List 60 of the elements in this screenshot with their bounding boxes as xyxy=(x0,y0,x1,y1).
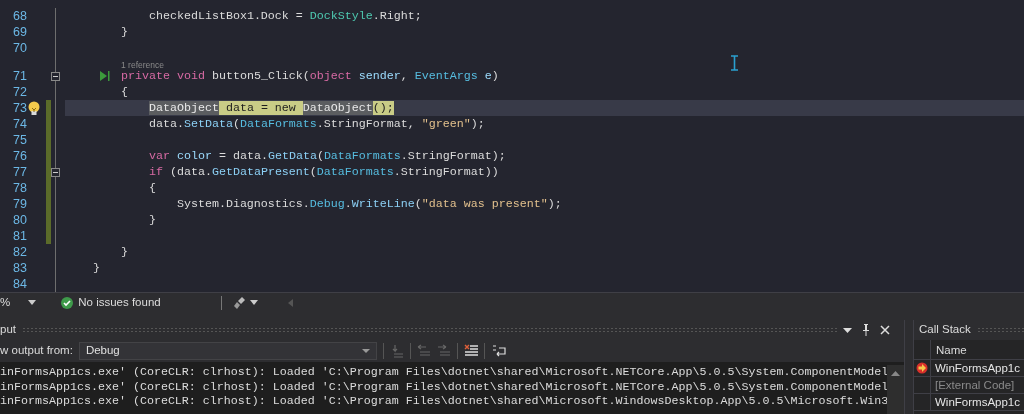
line-number: 78 xyxy=(12,180,27,196)
scroll-up-icon[interactable] xyxy=(891,371,900,376)
text-cursor-icon xyxy=(730,55,739,71)
code-line: } xyxy=(148,212,156,228)
line-number: 71 xyxy=(12,68,27,84)
code-line: { xyxy=(120,84,128,100)
code-line: } xyxy=(120,244,128,260)
code-line: { xyxy=(148,180,156,196)
code-line: if (data.GetDataPresent(DataFormats.StringFormat)) xyxy=(148,164,499,180)
code-line: DataObject data = new DataObject(); xyxy=(148,100,394,116)
pin-icon[interactable] xyxy=(862,324,870,336)
zoom-level: % xyxy=(0,294,11,310)
line-number: 80 xyxy=(12,212,27,228)
frame-name[interactable]: [External Code] xyxy=(931,377,1015,393)
caret-icon[interactable] xyxy=(28,300,37,305)
source-label: w output from: xyxy=(0,343,73,359)
code-line: } xyxy=(120,24,128,40)
column-header[interactable]: Name xyxy=(931,340,967,359)
line-number: 69 xyxy=(12,24,27,40)
clear-all-icon[interactable] xyxy=(463,344,478,358)
lightbulb-icon[interactable] xyxy=(27,100,41,116)
line-number: 77 xyxy=(12,164,27,180)
line-number: 84 xyxy=(12,276,27,292)
source-dropdown[interactable]: Debug xyxy=(78,342,377,360)
panel-title: put xyxy=(0,322,16,338)
line-number: 74 xyxy=(12,116,27,132)
brush-icon[interactable] xyxy=(233,296,245,309)
check-icon xyxy=(61,296,74,309)
code-line: System.Diagnostics.Debug.WriteLine("data was present"); xyxy=(176,196,562,212)
frame-name[interactable]: WinFormsApp1c xyxy=(931,394,1020,410)
caret-icon[interactable] xyxy=(249,300,258,305)
code-line: data.SetData(DataFormats.StringFormat, "green"); xyxy=(148,116,485,132)
line-number: 68 xyxy=(12,8,27,24)
code-line: private void button5_Click(object sender, EventArgs e) xyxy=(120,68,499,84)
panel-title: Call Stack xyxy=(918,322,971,338)
caret-icon xyxy=(361,349,370,353)
collapse-icon[interactable] xyxy=(51,167,60,177)
issues-status[interactable]: No issues found xyxy=(78,293,161,312)
code-line: } xyxy=(93,260,100,276)
code-line: var color = data.GetData(DataFormats.StringFormat); xyxy=(148,148,506,164)
line-number: 79 xyxy=(12,196,27,212)
line-number: 76 xyxy=(12,148,27,164)
line-number: 82 xyxy=(12,244,27,260)
caret-icon[interactable] xyxy=(843,327,852,333)
line-number: 75 xyxy=(12,132,27,148)
frame-name[interactable]: WinFormsApp1c xyxy=(931,360,1020,376)
word-wrap-icon[interactable] xyxy=(490,344,507,358)
line-number: 83 xyxy=(12,260,27,276)
run-icon[interactable] xyxy=(100,71,110,81)
line-number: 81 xyxy=(12,228,27,244)
collapse-icon[interactable] xyxy=(51,71,60,81)
line-number: 73 xyxy=(12,100,27,116)
line-number: 72 xyxy=(12,84,27,100)
reference-count-link[interactable]: 1 reference xyxy=(65,59,164,71)
output-line: inFormsApp1cs.exe' (CoreCLR: clrhost): Loaded 'C:\Program Files\dotnet\shared\Microsoft.NETCore.App\5.0.5\System.ComponentModel xyxy=(0,379,887,395)
code-line: checkedListBox1.Dock = DockStyle.Right; xyxy=(148,8,422,24)
output-line: inFormsApp1cs.exe' (CoreCLR: clrhost): Loaded 'C:\Program Files\dotnet\shared\Microsoft.NETCore.App\5.0.5\System.ComponentModel xyxy=(0,365,887,380)
line-number: 70 xyxy=(12,40,27,56)
output-line: inFormsApp1cs.exe' (CoreCLR: clrhost): Loaded 'C:\Program Files\dotnet\shared\Microsoft.WindowsDesktop.App\5.0.5\Microsoft.Win3 xyxy=(0,394,887,410)
close-icon[interactable] xyxy=(880,325,890,335)
